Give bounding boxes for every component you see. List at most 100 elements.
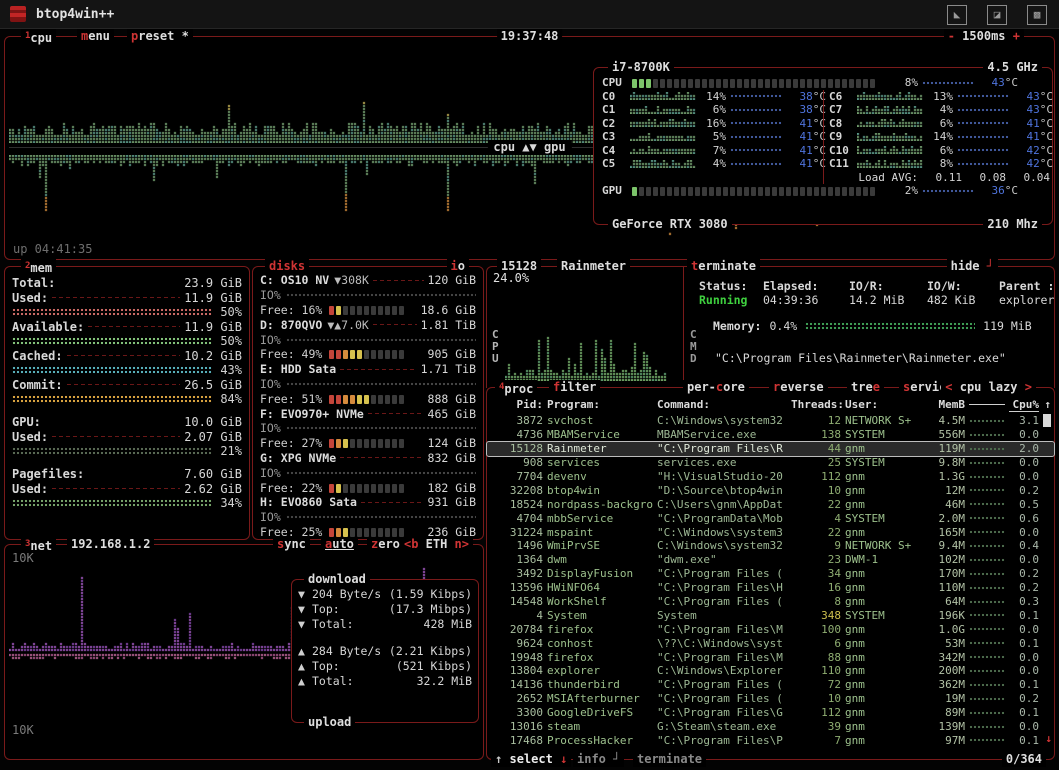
process-row[interactable]: 13804explorerC:\Windows\Explorer110gnm20… bbox=[487, 664, 1054, 678]
scrollbar-thumb[interactable] bbox=[1043, 414, 1051, 427]
col-pid[interactable]: Pid: bbox=[495, 398, 543, 411]
process-cpu-graph bbox=[969, 641, 1005, 645]
interface-selector[interactable]: <b ETH n> bbox=[400, 537, 473, 552]
process-program: svchost bbox=[547, 414, 653, 427]
process-row[interactable]: 17468ProcessHacker"C:\Program Files\P7gn… bbox=[487, 733, 1054, 747]
core-row: C216%41°C bbox=[602, 117, 823, 131]
io-mode-toggle[interactable]: io bbox=[447, 259, 469, 274]
process-row[interactable]: 4736MBAMServiceMBAMService.exe138SYSTEM5… bbox=[487, 428, 1054, 442]
disk-free-label: Free: 16% bbox=[260, 303, 329, 317]
process-row[interactable]: 3300GoogleDriveFS"C:\Program Files\G112g… bbox=[487, 706, 1054, 720]
tab-proc[interactable]: 4proc bbox=[495, 380, 537, 397]
process-row[interactable]: 19948firefox"C:\Program Files\M88gnm342M… bbox=[487, 650, 1054, 664]
process-row[interactable]: 32208btop4win"D:\Source\btop4win10gnm12M… bbox=[487, 483, 1054, 497]
col-threads[interactable]: Threads: bbox=[791, 398, 841, 411]
process-pid: 18524 bbox=[495, 498, 543, 511]
cmd-axis: CMD bbox=[690, 329, 697, 365]
col-command[interactable]: Command: bbox=[657, 398, 787, 411]
preset-button[interactable]: preset * bbox=[127, 29, 193, 44]
process-row[interactable]: 13596HWiNFO64"C:\Program Files\H16gnm110… bbox=[487, 581, 1054, 595]
load-avg-value: 0.11 bbox=[918, 171, 962, 184]
process-row[interactable]: 908servicesservices.exe25SYSTEM9.8M0.0 bbox=[487, 456, 1054, 470]
process-user: SYSTEM bbox=[845, 609, 919, 622]
sort-direction-icon[interactable]: ↑ bbox=[1044, 398, 1051, 411]
meter-block bbox=[399, 439, 404, 448]
process-cpu: 0.2 bbox=[1009, 581, 1039, 594]
interval-increase-button[interactable]: + bbox=[1013, 29, 1020, 43]
process-row[interactable]: 14548WorkShelf"C:\Program Files (8gnm64M… bbox=[487, 595, 1054, 609]
scroll-down-icon[interactable]: ↓ bbox=[1045, 732, 1052, 745]
process-row[interactable]: 3872svchostC:\Windows\system3212NETWORK … bbox=[487, 414, 1054, 428]
process-row[interactable]: 31224mspaint"C:\Windows\system322gnm165M… bbox=[487, 525, 1054, 539]
process-row[interactable]: 1496WmiPrvSEC:\Windows\system329NETWORK … bbox=[487, 539, 1054, 553]
meter-block bbox=[371, 528, 376, 537]
process-program: mspaint bbox=[547, 526, 653, 539]
process-row[interactable]: 3492DisplayFusion"C:\Program Files (34gn… bbox=[487, 567, 1054, 581]
process-program: services bbox=[547, 456, 653, 469]
hide-button[interactable]: hide ┘ bbox=[947, 259, 998, 274]
disk-dash bbox=[340, 457, 423, 458]
process-row[interactable]: 15128Rainmeter"C:\Program Files\R44gnm11… bbox=[487, 442, 1054, 456]
process-command: "C:\Program Files ( bbox=[657, 692, 787, 705]
col-program[interactable]: Program: bbox=[547, 398, 653, 411]
sync-toggle[interactable]: sync bbox=[273, 537, 310, 552]
meter-block bbox=[350, 350, 355, 359]
sort-selector[interactable]: < cpu lazy > bbox=[941, 380, 1036, 395]
meter-block bbox=[378, 439, 383, 448]
tab-cpu[interactable]: 1cpu bbox=[21, 29, 56, 46]
process-row[interactable]: 4704mbbService"C:\ProgramData\Mob4SYSTEM… bbox=[487, 511, 1054, 525]
download-title: download bbox=[304, 572, 370, 587]
mem-stat-label: Pagefiles: bbox=[12, 467, 84, 481]
meter-block bbox=[709, 79, 714, 88]
select-hint[interactable]: ↑ select ↓ bbox=[491, 752, 571, 767]
core-usage-graph bbox=[857, 146, 923, 154]
close-icon[interactable]: ▩ bbox=[1027, 5, 1047, 25]
meter-block bbox=[343, 395, 348, 404]
info-hint[interactable]: info ┘ bbox=[573, 752, 624, 767]
col-memb[interactable]: MemB bbox=[923, 398, 965, 411]
process-cpu-graph bbox=[969, 558, 1005, 562]
tree-toggle[interactable]: tree bbox=[847, 380, 884, 395]
process-row[interactable]: 13016steamG:\Steam\steam.exe39gnm139M0.0 bbox=[487, 720, 1054, 734]
mem-dash bbox=[52, 488, 180, 489]
col-cpu[interactable]: Cpu% bbox=[1009, 398, 1039, 412]
disk-free-size: 124 GiB bbox=[428, 436, 476, 450]
meter-block bbox=[786, 79, 791, 88]
meter-block bbox=[385, 395, 390, 404]
process-row[interactable]: 4SystemSystem348SYSTEM196K0.1 bbox=[487, 608, 1054, 622]
terminate-hint[interactable]: terminate bbox=[633, 752, 706, 767]
terminate-button[interactable]: terminate bbox=[687, 259, 760, 274]
process-row[interactable]: 18524nordpass-backgroC:\Users\gnm\AppDat… bbox=[487, 497, 1054, 511]
zero-toggle[interactable]: zero bbox=[367, 537, 404, 552]
interval-decrease-button[interactable]: - bbox=[948, 29, 955, 43]
process-threads: 6 bbox=[791, 637, 841, 650]
process-pid: 7704 bbox=[495, 470, 543, 483]
core-name: C6 bbox=[829, 90, 857, 103]
meter-block bbox=[723, 79, 728, 88]
disk-free-row: Free: 51% 888 GiB bbox=[253, 391, 483, 406]
core-percent: 16% bbox=[696, 117, 726, 130]
process-row[interactable]: 9624conhost\??\C:\Windows\syst6gnm53M0.1 bbox=[487, 636, 1054, 650]
maximize-icon[interactable]: ◪ bbox=[987, 5, 1007, 25]
disk-io-graph bbox=[286, 471, 476, 475]
process-row[interactable]: 2652MSIAfterburner"C:\Program Files (10g… bbox=[487, 692, 1054, 706]
menu-button[interactable]: menu bbox=[77, 29, 114, 44]
process-program: MBAMService bbox=[547, 428, 653, 441]
auto-toggle[interactable]: auto bbox=[321, 537, 358, 552]
restore-down-icon[interactable]: ◣ bbox=[947, 5, 967, 25]
process-row[interactable]: 14136thunderbird"C:\Program Files (72gnm… bbox=[487, 678, 1054, 692]
core-temp: 41°C bbox=[1013, 117, 1053, 130]
meter-block bbox=[350, 528, 355, 537]
filter-button[interactable]: filter bbox=[549, 380, 600, 395]
per-core-toggle[interactable]: per-core bbox=[683, 380, 749, 395]
process-row[interactable]: 1364dwm"dwm.exe"23DWM-1102M0.0 bbox=[487, 553, 1054, 567]
meter-block bbox=[371, 306, 376, 315]
process-user: SYSTEM bbox=[845, 456, 919, 469]
reverse-toggle[interactable]: reverse bbox=[769, 380, 828, 395]
mem-stat-value: 11.9 GiB bbox=[184, 291, 242, 305]
tab-mem[interactable]: 2mem bbox=[21, 259, 56, 276]
process-row[interactable]: 7704devenv"H:\VisualStudio-20112gnm1.3G0… bbox=[487, 470, 1054, 484]
process-cpu: 0.3 bbox=[1009, 595, 1039, 608]
process-row[interactable]: 20784firefox"C:\Program Files\M100gnm1.0… bbox=[487, 622, 1054, 636]
col-user[interactable]: User: bbox=[845, 398, 919, 411]
